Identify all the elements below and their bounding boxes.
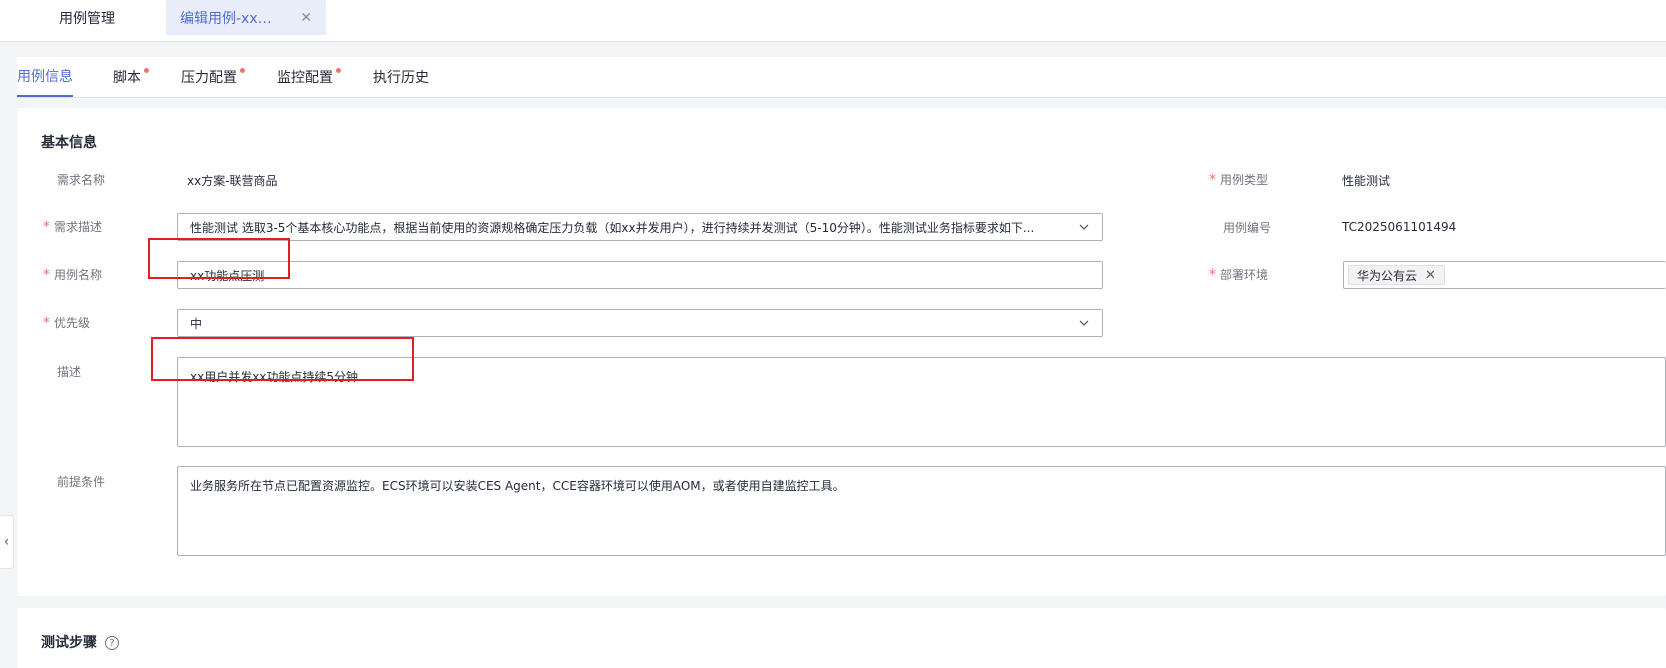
requirement-desc-label: * 需求描述	[43, 219, 103, 235]
page-tab-label: 用例管理	[59, 10, 115, 27]
case-name-input[interactable]: xx功能点压测	[177, 261, 1103, 289]
unsaved-dot-icon	[144, 68, 149, 73]
tab-label: 执行历史	[373, 70, 429, 86]
description-textarea[interactable]: xx用户并发xx功能点持续5分钟	[177, 357, 1666, 447]
priority-select[interactable]: 中	[177, 309, 1103, 337]
case-no-value: TC2025061101494	[1342, 220, 1457, 234]
basic-info-card: 基本信息 需求名称 xx方案-联营商品 * 需求描述 性能测试 选取3-5个基本核…	[17, 108, 1666, 596]
priority-label: * 优先级	[43, 315, 91, 331]
case-name-label: * 用例名称	[43, 267, 103, 283]
tab-case-info[interactable]: 用例信息	[17, 57, 73, 97]
unsaved-dot-icon	[240, 68, 245, 73]
precondition-label: 前提条件	[57, 475, 106, 489]
tab-pressure-config[interactable]: 压力配置	[181, 57, 245, 97]
deploy-env-select[interactable]: 华为公有云 ✕	[1343, 261, 1666, 289]
unsaved-dot-icon	[336, 68, 341, 73]
content-tab-bar: 用例信息 脚本 压力配置 监控配置 执行历史	[17, 57, 1666, 98]
page-tab-label: 编辑用例-xx功...	[180, 10, 285, 27]
section-title-basic-info: 基本信息	[41, 135, 97, 151]
page-tab-case-management[interactable]: 用例管理	[45, 0, 160, 35]
description-label: 描述	[57, 365, 82, 379]
case-type-value: 性能测试	[1342, 174, 1391, 188]
deploy-env-tag: 华为公有云 ✕	[1348, 265, 1445, 285]
case-no-label: 用例编号	[1223, 221, 1272, 235]
help-icon[interactable]: ?	[105, 636, 119, 650]
sidebar-collapse-handle[interactable]: ‹	[0, 515, 14, 569]
page-tab-edit-case[interactable]: 编辑用例-xx功... ✕	[166, 0, 326, 35]
section-title-test-steps: 测试步骤?	[41, 632, 119, 652]
precondition-textarea[interactable]: 业务服务所在节点已配置资源监控。ECS环境可以安装CES Agent，CCE容器…	[177, 466, 1666, 556]
tab-label: 用例信息	[17, 69, 73, 85]
case-name-value: xx功能点压测	[190, 268, 265, 283]
test-steps-card: 测试步骤?	[17, 608, 1666, 668]
chevron-down-icon	[1079, 320, 1089, 326]
close-icon[interactable]: ✕	[300, 10, 312, 26]
requirement-name-label: 需求名称	[57, 173, 106, 187]
tab-label: 监控配置	[277, 70, 333, 86]
tab-label: 压力配置	[181, 70, 237, 86]
description-value: xx用户并发xx功能点持续5分钟	[190, 370, 359, 384]
priority-value: 中	[190, 316, 203, 331]
deploy-env-label: * 部署环境	[1209, 267, 1269, 283]
chevron-left-icon: ‹	[3, 534, 10, 550]
tab-monitor-config[interactable]: 监控配置	[277, 57, 341, 97]
page-tab-bar: 用例管理 编辑用例-xx功... ✕	[0, 0, 1666, 42]
requirement-desc-value: 性能测试 选取3-5个基本核心功能点，根据当前使用的资源规格确定压力负载（如xx…	[190, 220, 1035, 235]
tab-script[interactable]: 脚本	[113, 57, 149, 97]
chevron-down-icon	[1079, 224, 1089, 230]
case-type-label: * 用例类型	[1209, 172, 1269, 188]
tab-label: 脚本	[113, 70, 141, 86]
requirement-name-value: xx方案-联营商品	[187, 174, 278, 188]
remove-tag-icon[interactable]: ✕	[1425, 268, 1436, 283]
requirement-desc-select[interactable]: 性能测试 选取3-5个基本核心功能点，根据当前使用的资源规格确定压力负载（如xx…	[177, 213, 1103, 241]
tab-execution-history[interactable]: 执行历史	[373, 57, 429, 97]
precondition-value: 业务服务所在节点已配置资源监控。ECS环境可以安装CES Agent，CCE容器…	[190, 479, 845, 493]
deploy-env-tag-label: 华为公有云	[1357, 268, 1418, 283]
